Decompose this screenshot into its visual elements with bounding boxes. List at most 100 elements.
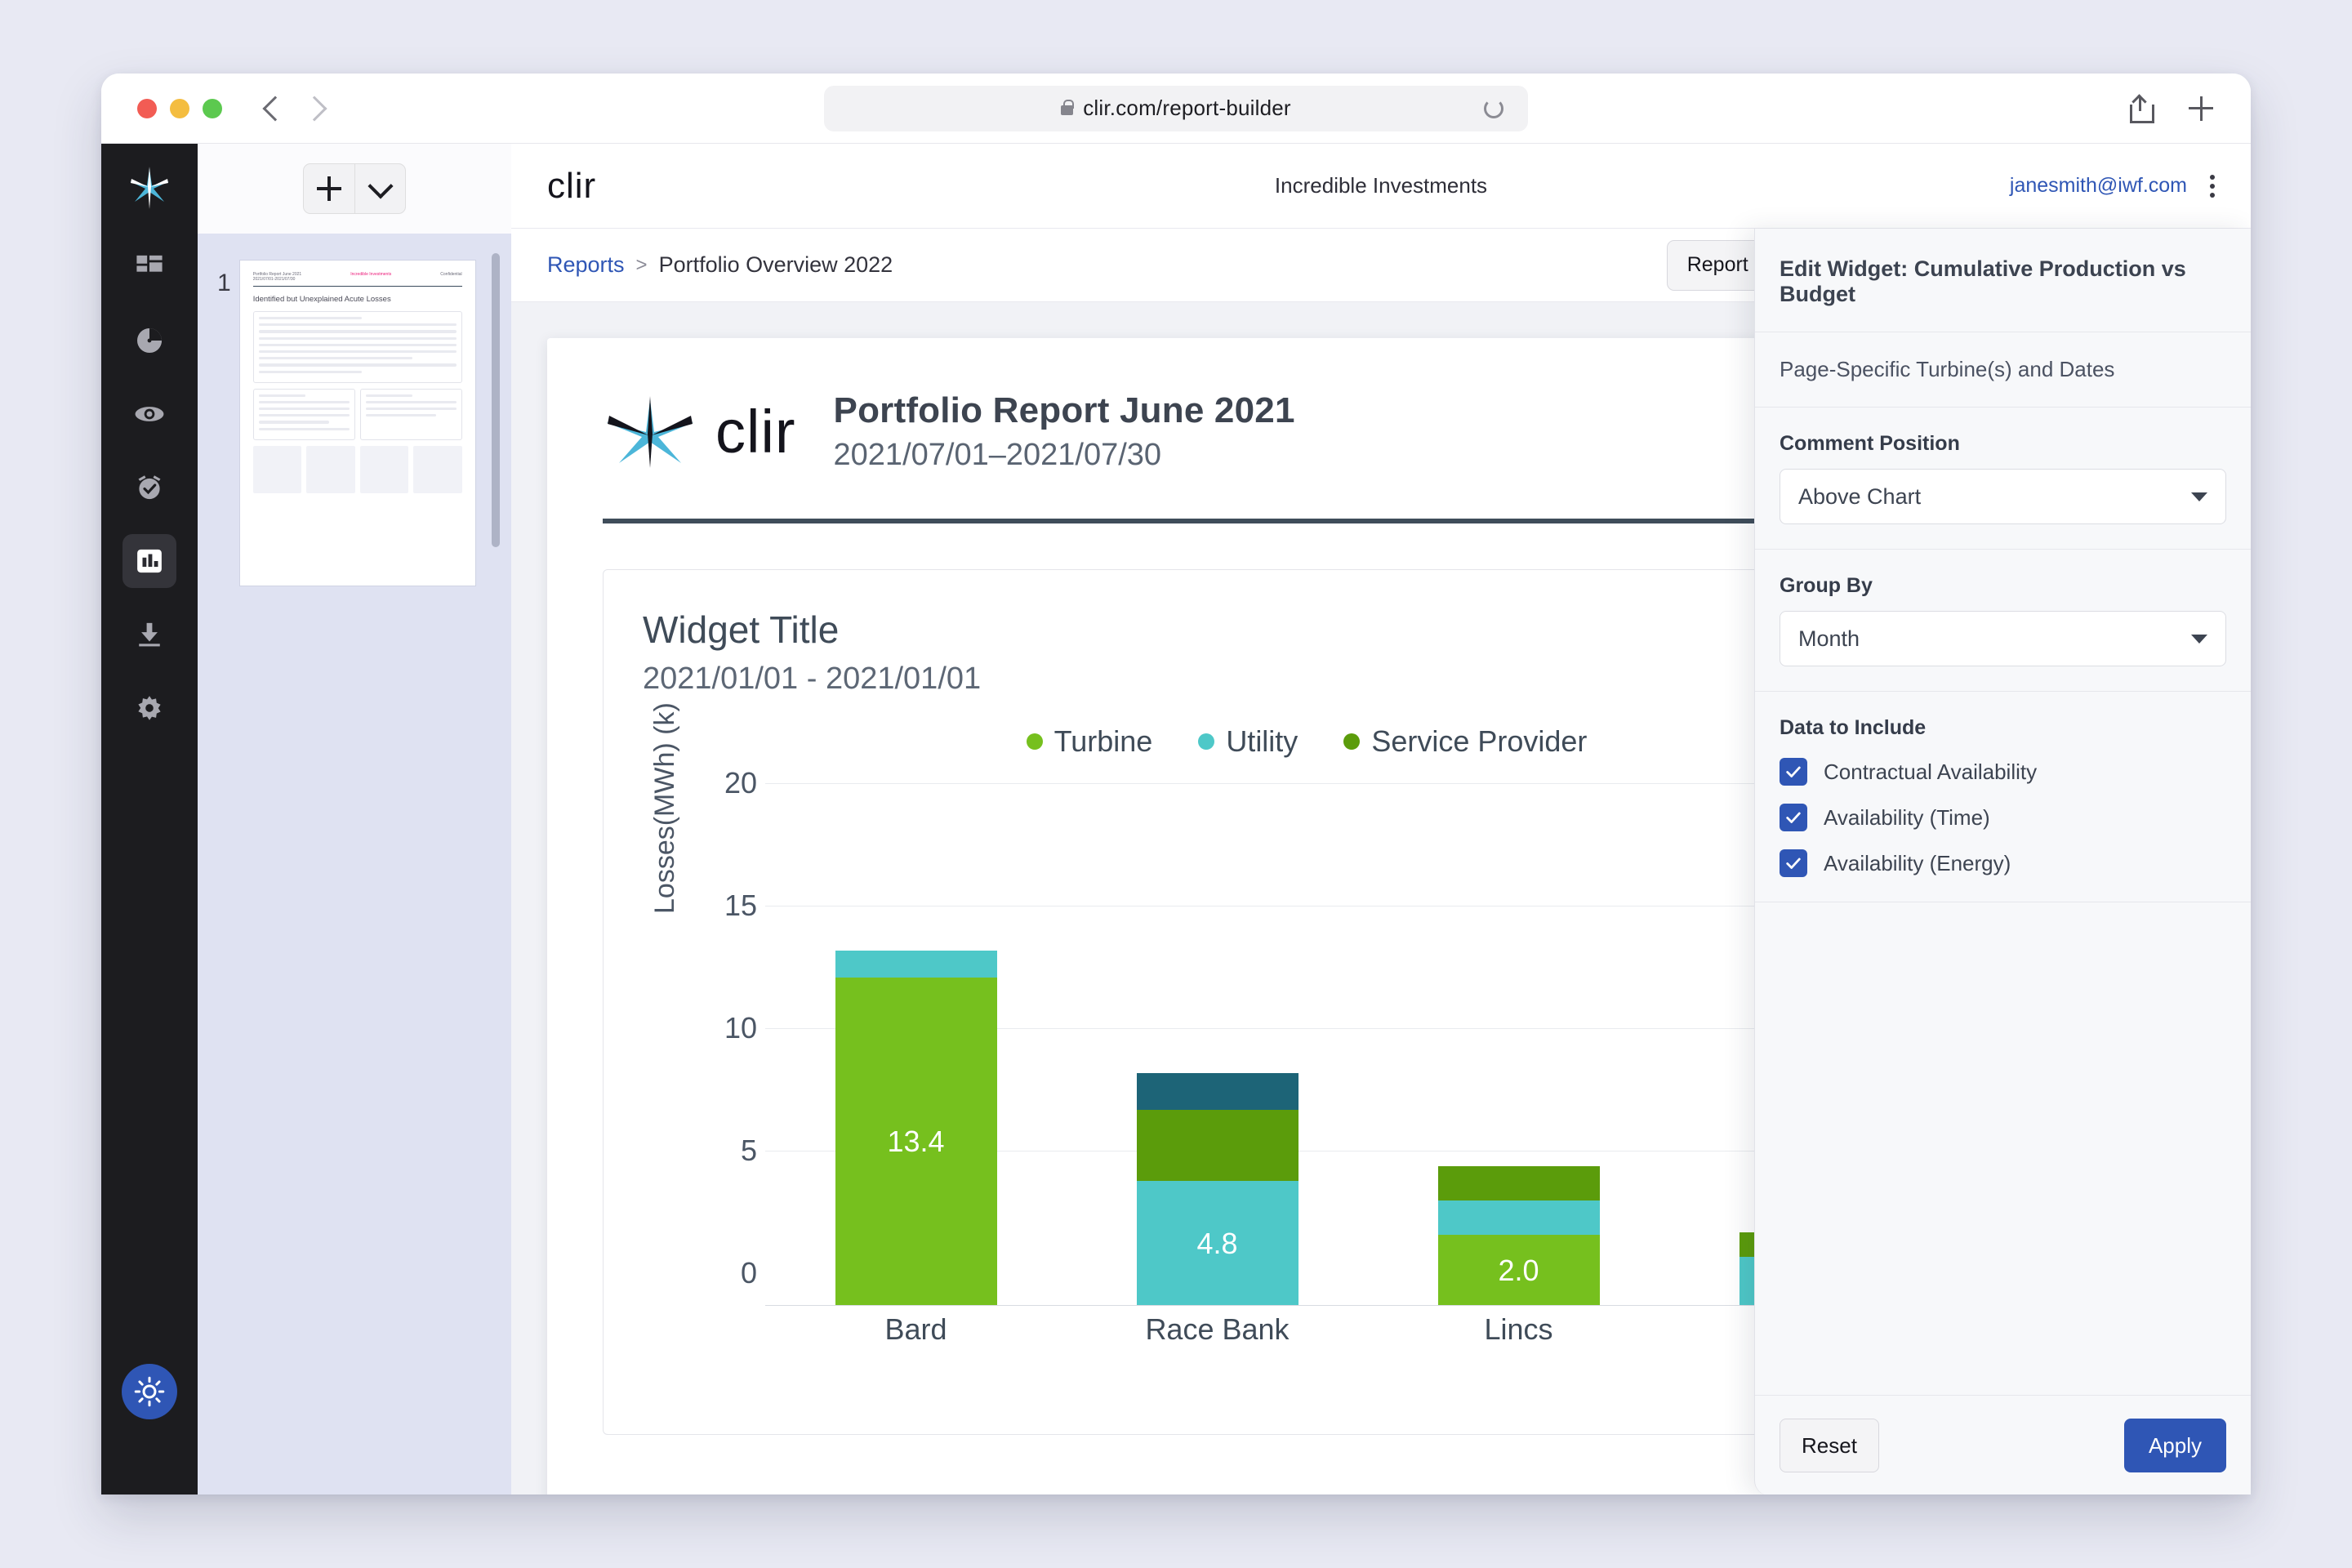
- legend-label-utility: Utility: [1226, 724, 1298, 758]
- minimize-window-button[interactable]: [170, 98, 189, 118]
- maximize-window-button[interactable]: [203, 98, 222, 118]
- checkbox-label: Availability (Energy): [1824, 850, 2011, 875]
- breadcrumb-root[interactable]: Reports: [547, 252, 625, 278]
- y-tick-20: 20: [724, 766, 757, 800]
- clir-star-logo: [130, 167, 169, 209]
- address-bar[interactable]: clir.com/report-builder: [824, 85, 1528, 131]
- bar-segment-service-provider[interactable]: [1437, 1166, 1600, 1200]
- new-tab-icon[interactable]: [2189, 96, 2213, 121]
- checkbox-row-availability-time[interactable]: Availability (Time): [1780, 804, 2226, 831]
- add-page-button[interactable]: [304, 164, 354, 213]
- chevron-down-icon: [2191, 634, 2207, 644]
- group-by-select[interactable]: Month: [1780, 611, 2226, 666]
- page-specific-label: Page-Specific Turbine(s) and Dates: [1780, 357, 2115, 381]
- y-tick-10: 10: [724, 1011, 757, 1045]
- bar-segment-utility[interactable]: 4.8: [1136, 1181, 1298, 1306]
- bar-segment-utility[interactable]: [1437, 1200, 1600, 1235]
- browser-nav[interactable]: [262, 95, 327, 122]
- add-page-group[interactable]: [303, 163, 406, 214]
- browser-chrome: clir.com/report-builder: [101, 74, 2251, 144]
- thumbnail-placeholder-blocks: [252, 445, 462, 493]
- checkbox-availability-energy[interactable]: [1780, 849, 1807, 877]
- desktop-background: clir.com/report-builder 1 Portfolio Repo…: [0, 0, 2352, 1568]
- apply-button[interactable]: Apply: [2123, 1419, 2226, 1472]
- application: 1 Portfolio Report June 2021 2021/07/01-…: [101, 144, 2251, 1494]
- checkbox-contractual-availability[interactable]: [1780, 758, 1807, 786]
- x-label-race-bank: Race Bank: [1145, 1312, 1290, 1346]
- comment-position-value: Above Chart: [1798, 483, 1922, 509]
- check-icon: [1786, 766, 1801, 777]
- checkbox-availability-time[interactable]: [1780, 804, 1807, 831]
- sidebar-item-monitoring[interactable]: [122, 387, 176, 441]
- sidebar-item-downloads[interactable]: [122, 608, 176, 662]
- report-title: Portfolio Report June 2021: [833, 390, 1295, 430]
- bar-segment-turbine[interactable]: 13.4: [835, 978, 997, 1306]
- stacked-bar-race-bank[interactable]: 4.8: [1136, 1073, 1298, 1306]
- sidebar-item-reports[interactable]: [122, 534, 176, 588]
- pie-chart-icon: [137, 328, 162, 353]
- thumbnail-table-card: [252, 311, 462, 383]
- reload-icon[interactable]: [1484, 98, 1503, 118]
- rail-pages: 1 Portfolio Report June 2021 2021/07/01-…: [198, 234, 511, 1494]
- add-page-dropdown-button[interactable]: [354, 164, 405, 213]
- reset-button[interactable]: Reset: [1780, 1419, 1879, 1472]
- comment-position-section: Comment Position Above Chart: [1755, 408, 2251, 550]
- comment-position-select[interactable]: Above Chart: [1780, 469, 2226, 524]
- data-to-include-label: Data to Include: [1780, 716, 1927, 739]
- bar-group-bard[interactable]: 13.4: [765, 816, 1067, 1306]
- page-thumbnail-1[interactable]: Portfolio Report June 2021 2021/07/01-20…: [238, 260, 476, 586]
- bar-value-label: 2.0: [1498, 1253, 1539, 1287]
- stacked-bar-lincs[interactable]: 2.0: [1437, 1166, 1600, 1306]
- rail-scrollbar[interactable]: [492, 253, 500, 547]
- bar-value-label: 4.8: [1196, 1226, 1238, 1260]
- report-logo-word: clir: [715, 398, 796, 466]
- breadcrumb-current: Portfolio Overview 2022: [658, 252, 893, 277]
- app-topbar: clir Incredible Investments janesmith@iw…: [511, 144, 2251, 229]
- url-text: clir.com/report-builder: [1083, 96, 1291, 120]
- chrome-actions[interactable]: [2130, 93, 2213, 123]
- more-vertical-icon[interactable]: [2210, 174, 2215, 198]
- legend-item-utility[interactable]: Utility: [1198, 724, 1298, 759]
- checkbox-row-availability-energy[interactable]: Availability (Energy): [1780, 849, 2226, 877]
- bar-segment-service-provider[interactable]: [1136, 1110, 1298, 1181]
- bar-segment-turbine[interactable]: 2.0: [1437, 1235, 1600, 1306]
- share-icon[interactable]: [2130, 93, 2154, 123]
- checkbox-label: Availability (Time): [1824, 804, 1990, 830]
- window-controls[interactable]: [137, 98, 222, 118]
- group-by-label: Group By: [1780, 574, 1873, 597]
- checkbox-row-contractual-availability[interactable]: Contractual Availability: [1780, 758, 2226, 786]
- panel-page-specific-row[interactable]: Page-Specific Turbine(s) and Dates: [1755, 332, 2251, 408]
- legend-dot-utility: [1198, 733, 1215, 750]
- sidebar-item-dashboard[interactable]: [122, 240, 176, 294]
- sidebar-item-settings[interactable]: [122, 681, 176, 735]
- gear-icon: [138, 696, 161, 720]
- edit-widget-panel: Edit Widget: Cumulative Production vs Bu…: [1754, 229, 2251, 1494]
- bar-group-lincs[interactable]: 2.0: [1368, 816, 1669, 1306]
- legend-item-turbine[interactable]: Turbine: [1026, 724, 1152, 759]
- user-email[interactable]: janesmith@iwf.com: [2010, 174, 2187, 198]
- chevron-down-icon: [2191, 492, 2207, 501]
- thumbnail-page-title: Identified but Unexplained Acute Losses: [252, 295, 391, 304]
- panel-footer: Reset Apply: [1755, 1395, 2251, 1494]
- theme-toggle-button[interactable]: [122, 1364, 177, 1419]
- bar-segment-utility[interactable]: [835, 951, 997, 978]
- close-window-button[interactable]: [137, 98, 157, 118]
- comment-position-label: Comment Position: [1780, 432, 1960, 455]
- stacked-bar-bard[interactable]: 13.4: [835, 951, 997, 1306]
- bar-group-race-bank[interactable]: 4.8: [1067, 816, 1368, 1306]
- panel-header: Edit Widget: Cumulative Production vs Bu…: [1755, 229, 2251, 332]
- forward-icon[interactable]: [301, 95, 327, 122]
- y-axis-ticks: 20 15 10 5 0: [692, 766, 757, 1306]
- x-label-bard: Bard: [884, 1312, 947, 1346]
- sun-icon: [134, 1376, 165, 1407]
- legend-item-service-provider[interactable]: Service Provider: [1343, 724, 1587, 759]
- thumbnail-report-dates: 2021/07/01-2021/07/30: [252, 277, 296, 282]
- left-sidebar: [101, 144, 198, 1494]
- eye-icon: [135, 407, 164, 421]
- sidebar-item-analytics[interactable]: [122, 314, 176, 368]
- organization-name: Incredible Investments: [1274, 173, 1488, 198]
- sidebar-item-alerts[interactable]: [122, 461, 176, 514]
- bar-segment-other[interactable]: [1136, 1073, 1298, 1110]
- back-icon[interactable]: [262, 95, 288, 122]
- y-axis-label: Losses(MWh) (k): [649, 702, 680, 914]
